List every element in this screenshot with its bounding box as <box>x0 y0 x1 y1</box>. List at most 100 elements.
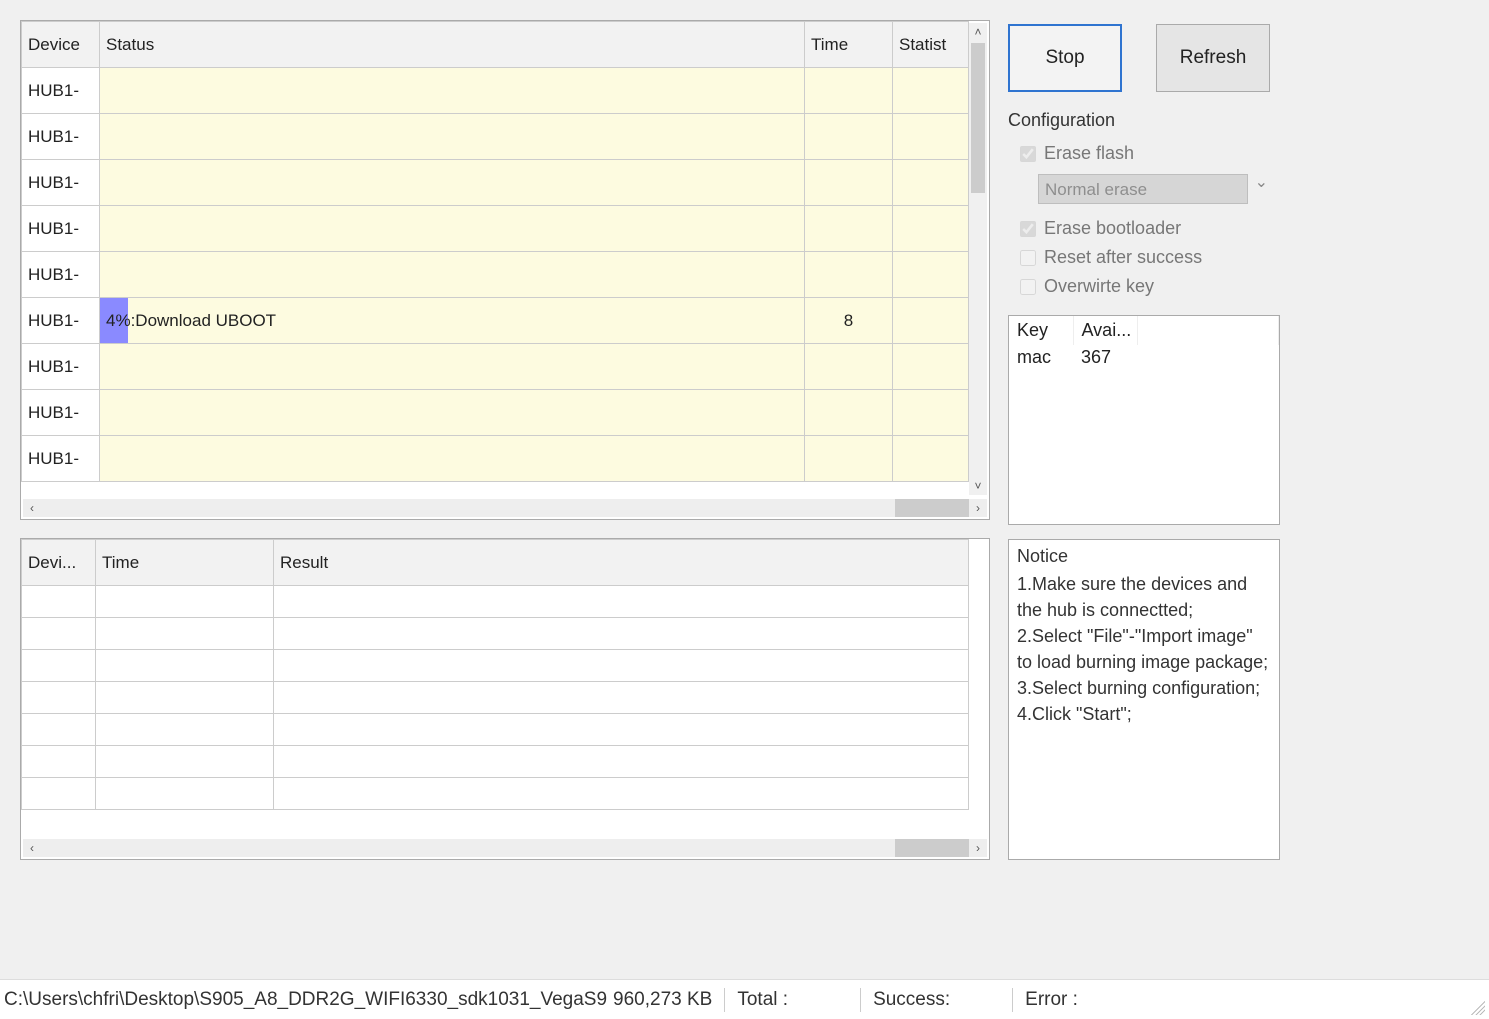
refresh-button[interactable]: Refresh <box>1156 24 1270 92</box>
table-row[interactable]: HUB1- <box>22 344 969 390</box>
table-row <box>22 650 969 682</box>
device-cell: HUB1- <box>22 436 100 482</box>
scroll-left-icon[interactable]: ‹ <box>23 499 41 517</box>
time-cell: 8 <box>805 298 893 344</box>
status-text <box>100 405 804 421</box>
table-row[interactable]: HUB1- <box>22 436 969 482</box>
erase-bootloader-checkbox[interactable] <box>1020 221 1036 237</box>
status-cell <box>100 114 805 160</box>
horizontal-scrollbar[interactable]: ‹ › <box>23 499 987 517</box>
key-table[interactable]: Key Avai... mac367 <box>1009 316 1279 370</box>
device-table[interactable]: Device Status Time Statist HUB1-HUB1-HUB… <box>21 21 969 482</box>
col-result[interactable]: Result <box>274 540 969 586</box>
scroll-up-icon[interactable]: ˄ <box>969 23 987 41</box>
vertical-scrollbar[interactable]: ˄ ˅ <box>969 23 987 495</box>
device-cell: HUB1- <box>22 206 100 252</box>
status-text <box>100 83 804 99</box>
col-statistic[interactable]: Statist <box>893 22 969 68</box>
table-row <box>22 778 969 810</box>
erase-bootloader-label: Erase bootloader <box>1044 218 1181 239</box>
statistic-cell <box>893 68 969 114</box>
avail-cell: 367 <box>1073 345 1137 370</box>
status-cell: 4%:Download UBOOT <box>100 298 805 344</box>
resize-grip-icon[interactable] <box>1471 1001 1485 1015</box>
table-row[interactable]: HUB1- <box>22 68 969 114</box>
scroll-down-icon[interactable]: ˅ <box>969 477 987 495</box>
status-text: 4%:Download UBOOT <box>100 303 804 339</box>
statistic-cell <box>893 436 969 482</box>
scroll-left-icon[interactable]: ‹ <box>23 839 41 857</box>
col-device[interactable]: Device <box>22 22 100 68</box>
device-cell: HUB1- <box>22 68 100 114</box>
table-row <box>22 682 969 714</box>
stop-button[interactable]: Stop <box>1008 24 1122 92</box>
status-cell <box>100 252 805 298</box>
erase-mode-select[interactable]: Normal erase <box>1038 174 1248 204</box>
result-table[interactable]: Devi... Time Result <box>21 539 969 810</box>
statistic-cell <box>893 344 969 390</box>
device-cell: HUB1- <box>22 344 100 390</box>
device-cell: HUB1- <box>22 252 100 298</box>
erase-bootloader-option: Erase bootloader <box>1008 214 1280 243</box>
table-row[interactable]: HUB1- <box>22 114 969 160</box>
table-row[interactable]: mac367 <box>1009 345 1279 370</box>
col-time[interactable]: Time <box>805 22 893 68</box>
notice-panel: Notice 1.Make sure the devices and the h… <box>1008 539 1280 860</box>
time-cell <box>805 344 893 390</box>
status-path: C:\Users\chfri\Desktop\S905_A8_DDR2G_WIF… <box>4 989 607 1011</box>
table-row[interactable]: HUB1- <box>22 160 969 206</box>
device-cell: HUB1- <box>22 298 100 344</box>
result-table-panel: Devi... Time Result ‹ › <box>20 538 990 860</box>
scroll-thumb[interactable] <box>41 499 895 517</box>
status-text <box>100 359 804 375</box>
status-total-label: Total : <box>737 989 788 1011</box>
reset-after-success-option: Reset after success <box>1008 243 1280 272</box>
status-cell <box>100 344 805 390</box>
statistic-cell <box>893 160 969 206</box>
status-text <box>100 129 804 145</box>
statistic-cell <box>893 206 969 252</box>
statistic-cell <box>893 114 969 160</box>
table-row[interactable]: HUB1- <box>22 390 969 436</box>
scroll-thumb[interactable] <box>971 43 985 193</box>
erase-flash-option: Erase flash <box>1008 139 1280 168</box>
overwrite-key-checkbox[interactable] <box>1020 279 1036 295</box>
col-avail[interactable]: Avai... <box>1073 316 1137 345</box>
status-cell <box>100 436 805 482</box>
time-cell <box>805 252 893 298</box>
time-cell <box>805 436 893 482</box>
status-error-label: Error : <box>1025 989 1078 1011</box>
reset-after-success-checkbox[interactable] <box>1020 250 1036 266</box>
scroll-right-icon[interactable]: › <box>969 839 987 857</box>
erase-flash-checkbox[interactable] <box>1020 146 1036 162</box>
device-cell: HUB1- <box>22 160 100 206</box>
col-time[interactable]: Time <box>96 540 274 586</box>
col-status[interactable]: Status <box>100 22 805 68</box>
col-key[interactable]: Key <box>1009 316 1073 345</box>
key-table-panel: Key Avai... mac367 <box>1008 315 1280 525</box>
table-header-row: Device Status Time Statist <box>22 22 969 68</box>
status-cell <box>100 68 805 114</box>
table-row[interactable]: HUB1- <box>22 252 969 298</box>
scroll-thumb[interactable] <box>41 839 895 857</box>
statistic-cell <box>893 390 969 436</box>
status-text <box>100 221 804 237</box>
device-cell: HUB1- <box>22 114 100 160</box>
status-text <box>100 267 804 283</box>
horizontal-scrollbar[interactable]: ‹ › <box>23 839 987 857</box>
status-cell <box>100 206 805 252</box>
status-text <box>100 451 804 467</box>
device-table-panel: Device Status Time Statist HUB1-HUB1-HUB… <box>20 20 990 520</box>
status-cell <box>100 160 805 206</box>
col-device[interactable]: Devi... <box>22 540 96 586</box>
overwrite-key-option: Overwirte key <box>1008 272 1280 301</box>
time-cell <box>805 114 893 160</box>
scroll-right-icon[interactable]: › <box>969 499 987 517</box>
table-row[interactable]: HUB1- <box>22 206 969 252</box>
device-cell: HUB1- <box>22 390 100 436</box>
status-cell <box>100 390 805 436</box>
time-cell <box>805 160 893 206</box>
reset-after-success-label: Reset after success <box>1044 247 1202 268</box>
table-row[interactable]: HUB1-4%:Download UBOOT8 <box>22 298 969 344</box>
table-row <box>22 618 969 650</box>
